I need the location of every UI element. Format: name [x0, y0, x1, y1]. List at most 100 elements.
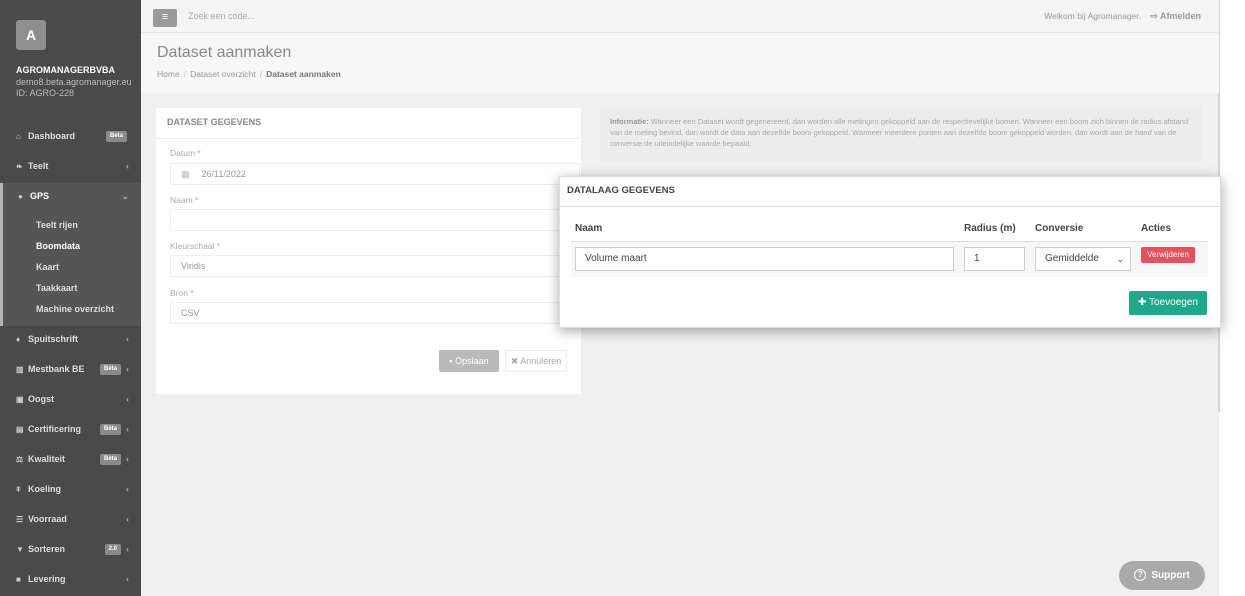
company-email: demo8.beta.agromanager.eu — [16, 77, 132, 87]
naam-field[interactable] — [170, 209, 580, 231]
list-icon: ☰ — [16, 515, 24, 524]
save-label: Opslaan — [455, 356, 489, 366]
map-marker-icon: ● — [18, 192, 23, 201]
col-radius: Radius (m) — [964, 223, 1016, 234]
cancel-button[interactable]: ✖ Annuleren — [505, 350, 567, 372]
sidebar-item-label: Teelt — [28, 161, 49, 171]
sidebar-item-voorraad[interactable]: ☰ Voorraad ‹ — [0, 506, 141, 536]
sidebar-sub-machine-overzicht[interactable]: Machine overzicht — [3, 299, 141, 320]
sidebar-item-oogst[interactable]: ▣ Oogst ‹ — [0, 386, 141, 416]
sidebar-item-kwaliteit[interactable]: ⚖ Kwaliteit Bèta ‹ — [0, 446, 141, 476]
breadcrumb: Home / Dataset overzicht / Dataset aanmaken — [157, 69, 341, 79]
sidebar-item-mestbank[interactable]: ▥ Mestbank BE Bèta ‹ — [0, 356, 141, 386]
version-badge: 2.0 — [104, 544, 121, 555]
save-button[interactable]: ▪ Opslaan — [439, 350, 499, 372]
breadcrumb-dataset-overzicht[interactable]: Dataset overzicht — [190, 69, 256, 79]
datalaag-modal: DATALAAG GEGEVENS Naam Radius (m) Conver… — [559, 176, 1222, 328]
sidebar-item-certificering[interactable]: ▤ Certificering Bèta ‹ — [0, 416, 141, 446]
sidebar-item-levering[interactable]: ■ Levering ‹ — [0, 566, 141, 596]
logout-label: Afmelden — [1159, 11, 1201, 21]
hamburger-icon: ≡ — [161, 11, 169, 23]
chevron-left-icon: ‹ — [126, 394, 129, 404]
close-icon: ✖ — [510, 356, 521, 366]
chevron-left-icon: ‹ — [126, 484, 129, 494]
chevron-down-icon: ⌄ — [121, 191, 129, 201]
panel-divider — [156, 138, 581, 139]
logout-icon: ⇨ — [1150, 11, 1160, 21]
breadcrumb-separator: / — [183, 69, 187, 79]
datum-field[interactable]: ▦ 26/11/2022 — [170, 163, 580, 185]
naam-label: Naam * — [170, 195, 199, 205]
truck-icon: ■ — [16, 575, 21, 584]
datum-label: Datum * — [170, 148, 201, 158]
chevron-left-icon: ‹ — [126, 161, 129, 171]
info-text: Wanneer een Dataset wordt gegenereerd, d… — [610, 117, 1189, 148]
sidebar-item-label: GPS — [30, 191, 50, 201]
menu-toggle-button[interactable]: ≡ — [153, 9, 177, 27]
col-naam: Naam — [575, 223, 603, 234]
sidebar-sub-boomdata[interactable]: Boomdata — [3, 236, 141, 257]
conversie-select[interactable]: Gemiddelde ⌄ — [1035, 247, 1131, 271]
bron-label: Bron * — [170, 288, 194, 298]
naam-input[interactable]: Volume maart — [575, 247, 954, 271]
radius-input[interactable]: 1 — [964, 247, 1025, 271]
leaf-icon: ❧ — [16, 162, 23, 171]
top-bar: ≡ Zoek een code... Welkom bij Agromanage… — [141, 0, 1219, 33]
col-conversie: Conversie — [1035, 223, 1084, 234]
chevron-left-icon: ‹ — [126, 334, 129, 344]
chevron-left-icon: ‹ — [126, 544, 129, 554]
kleurschaal-label: Kleurschaal * — [170, 241, 221, 251]
chevron-left-icon: ‹ — [126, 424, 129, 434]
breadcrumb-current: Dataset aanmaken — [266, 69, 341, 79]
dataset-panel: DATASET GEGEVENS Datum * ▦ 26/11/2022 Naa… — [156, 108, 581, 394]
sidebar-item-label: Oogst — [28, 394, 54, 404]
sidebar-item-label: Levering — [28, 574, 66, 584]
panel-title: DATASET GEGEVENS — [167, 117, 262, 127]
welcome-text: Welkom bij Agromanager. — [1044, 11, 1141, 21]
question-icon: ? — [1134, 569, 1147, 582]
basket-icon: ▣ — [16, 395, 24, 404]
sidebar: A AGROMANAGERBVBA demo8.beta.agromanager… — [0, 0, 141, 596]
logout-link[interactable]: ⇨ Afmelden — [1150, 11, 1201, 22]
sidebar-item-sorteren[interactable]: ▼ Sorteren 2.0 ‹ — [0, 536, 141, 566]
bank-icon: ▥ — [16, 365, 24, 374]
sidebar-item-label: Voorraad — [28, 514, 67, 524]
sidebar-item-label: Kwaliteit — [28, 454, 66, 464]
search-input[interactable]: Zoek een code... — [188, 11, 255, 21]
sidebar-item-koeling[interactable]: ǂ Koeling ‹ — [0, 476, 141, 506]
calendar-icon: ▦ — [181, 169, 190, 179]
bron-select[interactable]: CSV — [170, 302, 580, 324]
breadcrumb-home[interactable]: Home — [157, 69, 180, 79]
sidebar-item-label: Dashboard — [28, 131, 76, 141]
sidebar-sub-taakkaart[interactable]: Taakkaart — [3, 278, 141, 299]
sidebar-item-dashboard[interactable]: ⌂ Dashboard Beta — [0, 123, 141, 153]
company-id: ID: AGRO-228 — [16, 88, 75, 98]
sidebar-item-gps[interactable]: ● GPS ⌄ — [0, 183, 141, 213]
delete-button[interactable]: Verwijderen — [1141, 247, 1195, 263]
sidebar-item-label: Spuitschrift — [28, 334, 79, 344]
beta-badge: Bèta — [99, 364, 121, 375]
chevron-left-icon: ‹ — [126, 364, 129, 374]
modal-divider — [560, 206, 1222, 207]
add-label: Toevoegen — [1149, 297, 1198, 308]
avatar[interactable]: A — [16, 20, 46, 50]
kleurschaal-select[interactable]: Viridis — [170, 255, 580, 277]
beta-badge: Bèta — [99, 454, 121, 465]
gps-submenu: Teelt rijen Boomdata Kaart Taakkaart Mac… — [0, 213, 141, 326]
sidebar-menu: ⌂ Dashboard Beta ❧ Teelt ‹ ● GPS ⌄ Teelt ri… — [0, 123, 141, 596]
add-button[interactable]: ✚ Toevoegen — [1129, 291, 1207, 315]
sidebar-item-label: Sorteren — [28, 544, 66, 554]
support-button[interactable]: ? Support — [1119, 561, 1205, 590]
chevron-left-icon: ‹ — [126, 454, 129, 464]
sidebar-item-spuitschrift[interactable]: ♦ Spuitschrift ‹ — [0, 326, 141, 356]
sidebar-item-label: Mestbank BE — [28, 364, 85, 374]
beta-badge: Bèta — [99, 424, 121, 435]
sidebar-sub-teelt-rijen[interactable]: Teelt rijen — [3, 215, 141, 236]
modal-title: DATALAAG GEGEVENS — [567, 185, 675, 196]
sidebar-sub-kaart[interactable]: Kaart — [3, 257, 141, 278]
sidebar-item-label: Koeling — [28, 484, 61, 494]
cancel-label: Annuleren — [520, 356, 562, 366]
sidebar-item-teelt[interactable]: ❧ Teelt ‹ — [0, 153, 141, 183]
filter-icon: ▼ — [16, 545, 24, 554]
col-acties: Acties — [1141, 223, 1172, 234]
